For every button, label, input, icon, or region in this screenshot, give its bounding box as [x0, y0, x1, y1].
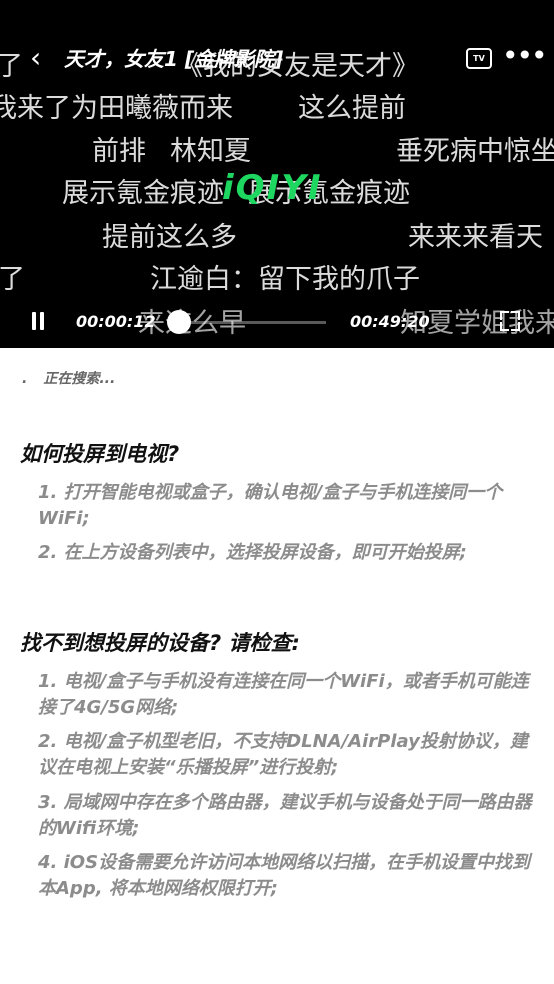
how-to-cast-title: 如何投屏到电视? [20, 442, 180, 466]
check-item: 4. iOS设备需要允许访问本地网络以扫描，在手机设置中找到本App, 将本地网… [38, 852, 531, 899]
check-item: 2. 电视/盒子机型老旧，不支持DLNA/AirPlay投射协议，建议在电视上安… [38, 731, 528, 778]
danmaku-comment: 我来了为田曦薇而来 [0, 93, 233, 124]
danmaku-comment: 展示氪金痕迹 [62, 178, 224, 209]
tv-icon: TV [473, 54, 485, 63]
loading-dot-icon: . [22, 371, 28, 387]
danmaku-comment: 了 [0, 264, 25, 295]
search-status-text: 正在搜索... [43, 371, 116, 387]
danmaku-comment: 林知夏 [170, 136, 251, 167]
player-controls: 00:00:12 00:49:20 [0, 300, 554, 344]
total-time: 00:49:20 [350, 312, 430, 331]
danmaku-comment: 江逾白：留下我的爪子 [150, 264, 420, 295]
back-button[interactable]: ‹ [30, 40, 41, 76]
more-button[interactable]: ••• [502, 38, 548, 74]
video-player[interactable]: 了 《我的女友是天才》 我来了为田曦薇而来 这么提前 前排 林知夏 垂死病中惊坐… [0, 0, 554, 348]
danmaku-comment: 前排 [92, 136, 146, 167]
check-item: 3. 局域网中存在多个路由器，建议手机与设备处于同一路由器的Wifi环境; [38, 792, 532, 839]
pause-button[interactable] [30, 312, 44, 330]
current-time: 00:00:12 [76, 312, 156, 331]
pause-icon-bar [40, 312, 44, 330]
check-item: 1. 电视/盒子与手机没有连接在同一个WiFi，或者手机可能连接了4G/5G网络… [38, 671, 529, 718]
more-icon: ••• [502, 39, 548, 72]
danmaku-comment: 提前这么多 [102, 222, 237, 253]
progress-thumb[interactable] [166, 310, 191, 334]
progress-slider[interactable] [166, 310, 326, 334]
how-item: 1. 打开智能电视或盒子，确认电视/盒子与手机连接同一个WiFi; [38, 482, 503, 529]
danmaku-comment: 这么提前 [298, 93, 406, 124]
danmaku-comment: 来来来看天 [408, 222, 543, 253]
player-top-bar: ‹ 天才，女友1 [金牌影院] TV ••• [0, 38, 554, 80]
pause-icon [32, 312, 36, 330]
troubleshoot-title: 找不到想投屏的设备? 请检查: [20, 631, 300, 655]
iqiyi-logo: iQIYI [222, 168, 323, 208]
chevron-left-icon: ‹ [30, 41, 42, 74]
search-status: . 正在搜索... [22, 368, 115, 388]
video-title: 天才，女友1 [金牌影院] [64, 47, 284, 71]
cast-tv-button[interactable]: TV [466, 48, 492, 69]
fullscreen-button[interactable] [500, 311, 520, 331]
how-item: 2. 在上方设备列表中，选择投屏设备，即可开始投屏; [38, 542, 467, 563]
danmaku-comment: 垂死病中惊坐 [396, 136, 554, 167]
